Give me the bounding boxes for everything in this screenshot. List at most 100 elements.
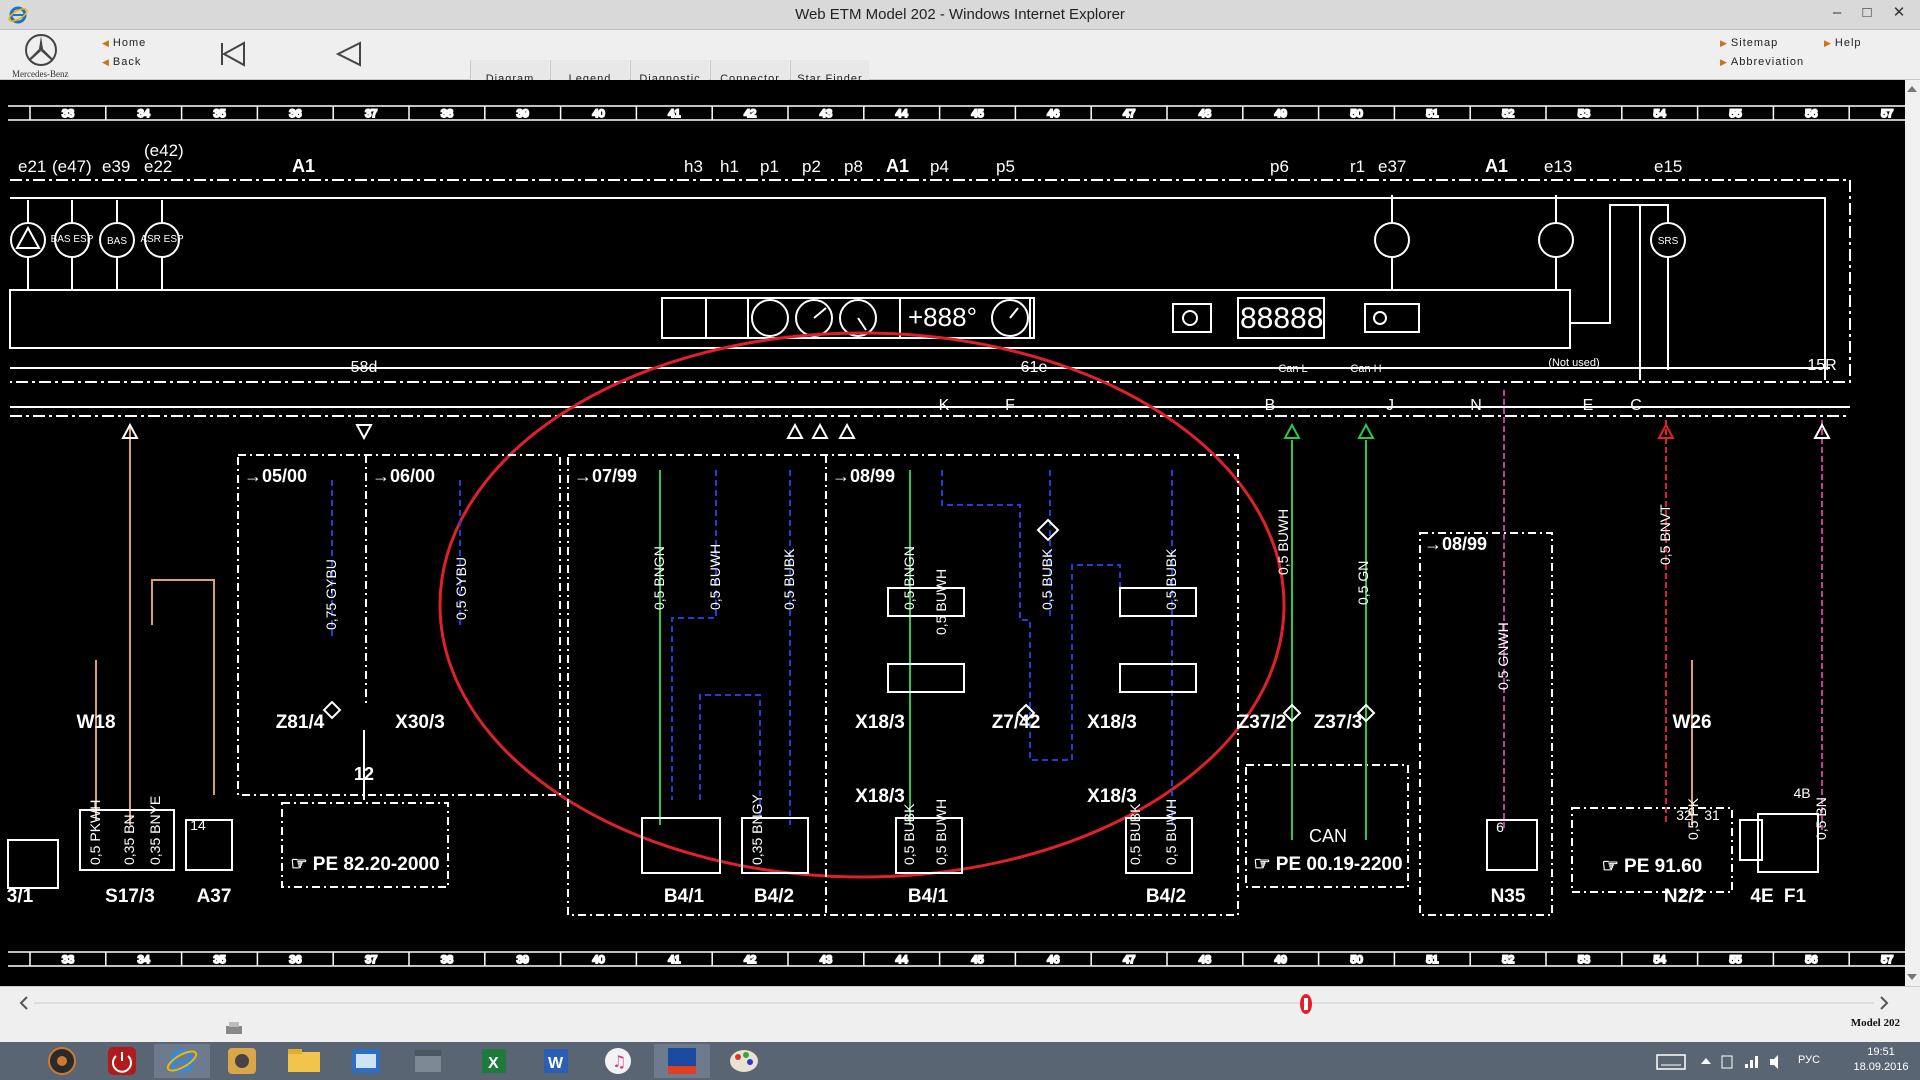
tecdoc-icon[interactable] xyxy=(654,1044,710,1078)
first-page-icon[interactable] xyxy=(216,38,250,70)
abbreviation-link[interactable]: ▶ Abbreviation xyxy=(1720,56,1804,68)
grid-number: 37 xyxy=(365,954,377,966)
component-label[interactable]: B4/1 xyxy=(664,886,705,907)
network-signal-icon[interactable] xyxy=(1744,1052,1760,1072)
component-label[interactable]: B4/2 xyxy=(1146,886,1186,907)
power-icon[interactable] xyxy=(94,1044,150,1078)
reference-link[interactable]: ☞ PE 91.60 xyxy=(1602,856,1702,877)
media-app-icon[interactable] xyxy=(214,1044,270,1078)
system-clock[interactable]: 19:51 18.09.2016 xyxy=(1846,1045,1916,1075)
wire-label: 0,5 BUWH xyxy=(933,569,949,635)
component-label[interactable]: F1 xyxy=(1784,886,1807,907)
component-label[interactable]: 4E xyxy=(1750,886,1773,907)
grid-number: 46 xyxy=(1047,108,1059,120)
scroll-track[interactable] xyxy=(34,1002,1874,1004)
grid-number: 37 xyxy=(365,108,377,120)
excel-icon[interactable]: X xyxy=(466,1044,522,1078)
close-button[interactable]: ✕ xyxy=(1884,2,1914,26)
archive-app-icon[interactable] xyxy=(400,1044,456,1078)
window-title-bar: Web ETM Model 202 - Windows Internet Exp… xyxy=(0,0,1920,30)
grid-number: 50 xyxy=(1350,108,1362,120)
component-label[interactable]: B4/1 xyxy=(908,886,949,907)
grid-number: 42 xyxy=(744,108,756,120)
app-window-icon[interactable] xyxy=(338,1044,394,1078)
component-label[interactable]: Z7/42 xyxy=(992,712,1041,733)
svg-text:X: X xyxy=(488,1055,499,1072)
pin-label: B xyxy=(1265,397,1276,414)
keyboard-icon[interactable] xyxy=(1656,1052,1686,1072)
sitemap-link[interactable]: ▶ Sitemap xyxy=(1720,37,1778,49)
home-link[interactable]: ◀ Home xyxy=(102,37,146,49)
grid-number: 56 xyxy=(1805,108,1817,120)
grid-number: 36 xyxy=(289,954,301,966)
scroll-right-icon[interactable] xyxy=(1874,993,1894,1013)
arrow-right-icon: ▶ xyxy=(1720,57,1728,67)
grid-number: 57 xyxy=(1881,108,1893,120)
grid-number: 42 xyxy=(744,954,756,966)
paint-icon[interactable] xyxy=(716,1044,772,1078)
component-label[interactable]: X18/3 xyxy=(855,712,905,733)
component-label[interactable]: N35 xyxy=(1491,886,1526,907)
component-label[interactable]: W18 xyxy=(76,712,115,733)
pin-label: Can L xyxy=(1278,363,1307,375)
reference-link[interactable]: ☞ PE 82.20-2000 xyxy=(290,854,439,875)
itunes-icon[interactable]: ♫ xyxy=(590,1044,646,1078)
component-identifier: h1 xyxy=(720,157,739,176)
folder-icon[interactable] xyxy=(276,1044,332,1078)
pin-label: 15R xyxy=(1807,357,1836,374)
show-hidden-icons-icon[interactable] xyxy=(1700,1052,1712,1072)
wire-label: 0,5 BNGN xyxy=(901,546,917,610)
component-label[interactable]: A37 xyxy=(197,886,232,907)
pin-label: (Not used) xyxy=(1548,357,1599,369)
component-label[interactable]: 3/1 xyxy=(7,886,34,907)
variant-date-label: →08/99 xyxy=(832,466,895,486)
component-identifier: e39 xyxy=(102,157,130,176)
arrow-right-icon: ▶ xyxy=(1824,38,1832,48)
component-label[interactable]: X18/3 xyxy=(1087,786,1137,807)
grid-number: 44 xyxy=(896,108,908,120)
component-label[interactable]: Z37/3 xyxy=(1314,712,1363,733)
component-label[interactable]: N2/2 xyxy=(1664,886,1704,907)
reference-link[interactable]: ☞ PE 00.19-2200 xyxy=(1253,854,1402,875)
pin-label: N xyxy=(1470,397,1482,414)
indicator-label: ASR ESP xyxy=(140,234,184,245)
component-label[interactable]: X18/3 xyxy=(855,786,905,807)
wiring-diagram[interactable]: 33 34 35 36 37 38 39 40 41 42 43 44 45 46 47 48 49 50 51 52… xyxy=(0,80,1905,986)
grid-number: 45 xyxy=(971,954,983,966)
maximize-button[interactable]: □ xyxy=(1852,2,1882,26)
component-label[interactable]: X18/3 xyxy=(1087,712,1137,733)
mercedes-logo[interactable]: Mercedes-Benz xyxy=(12,32,72,79)
back-link[interactable]: ◀ Back xyxy=(102,56,141,68)
component-identifier: e13 xyxy=(1544,157,1572,176)
minimize-button[interactable]: – xyxy=(1822,2,1852,26)
svg-text:W: W xyxy=(548,1055,564,1072)
device-icon[interactable] xyxy=(1720,1052,1734,1072)
help-link[interactable]: ▶ Help xyxy=(1824,37,1862,49)
keyboard-language[interactable]: РУС xyxy=(1798,1054,1820,1066)
wire-label: 0,5 BUWH xyxy=(1275,509,1291,575)
volume-icon[interactable] xyxy=(1768,1052,1784,1072)
grid-number: 51 xyxy=(1426,954,1438,966)
grid-number: 45 xyxy=(971,108,983,120)
horizontal-scrollbar[interactable] xyxy=(14,993,1894,1015)
print-icon[interactable] xyxy=(224,1021,244,1037)
word-icon[interactable]: W xyxy=(528,1044,584,1078)
wire-label: 0,5 GYBU xyxy=(453,557,469,620)
component-label[interactable]: B4/2 xyxy=(754,886,794,907)
component-label[interactable]: S17/3 xyxy=(105,886,155,907)
window-title: Web ETM Model 202 - Windows Internet Exp… xyxy=(795,6,1125,23)
component-label[interactable]: X30/3 xyxy=(395,712,445,733)
component-label[interactable]: Z81/4 xyxy=(276,712,325,733)
grid-number: 33 xyxy=(62,108,74,120)
scroll-thumb[interactable] xyxy=(1299,993,1313,1015)
previous-page-icon[interactable] xyxy=(332,38,366,70)
component-label[interactable]: Z37/2 xyxy=(1238,712,1287,733)
component-label[interactable]: W26 xyxy=(1672,712,1711,733)
webcam-app-icon[interactable] xyxy=(34,1044,90,1078)
back-label: Back xyxy=(112,56,142,68)
connector-number: 6 xyxy=(1496,819,1504,835)
component-identifier: A1 xyxy=(1485,156,1508,176)
vertical-scrollbar[interactable] xyxy=(1905,80,1920,986)
scroll-left-icon[interactable] xyxy=(14,993,34,1013)
internet-explorer-icon[interactable] xyxy=(154,1044,210,1078)
